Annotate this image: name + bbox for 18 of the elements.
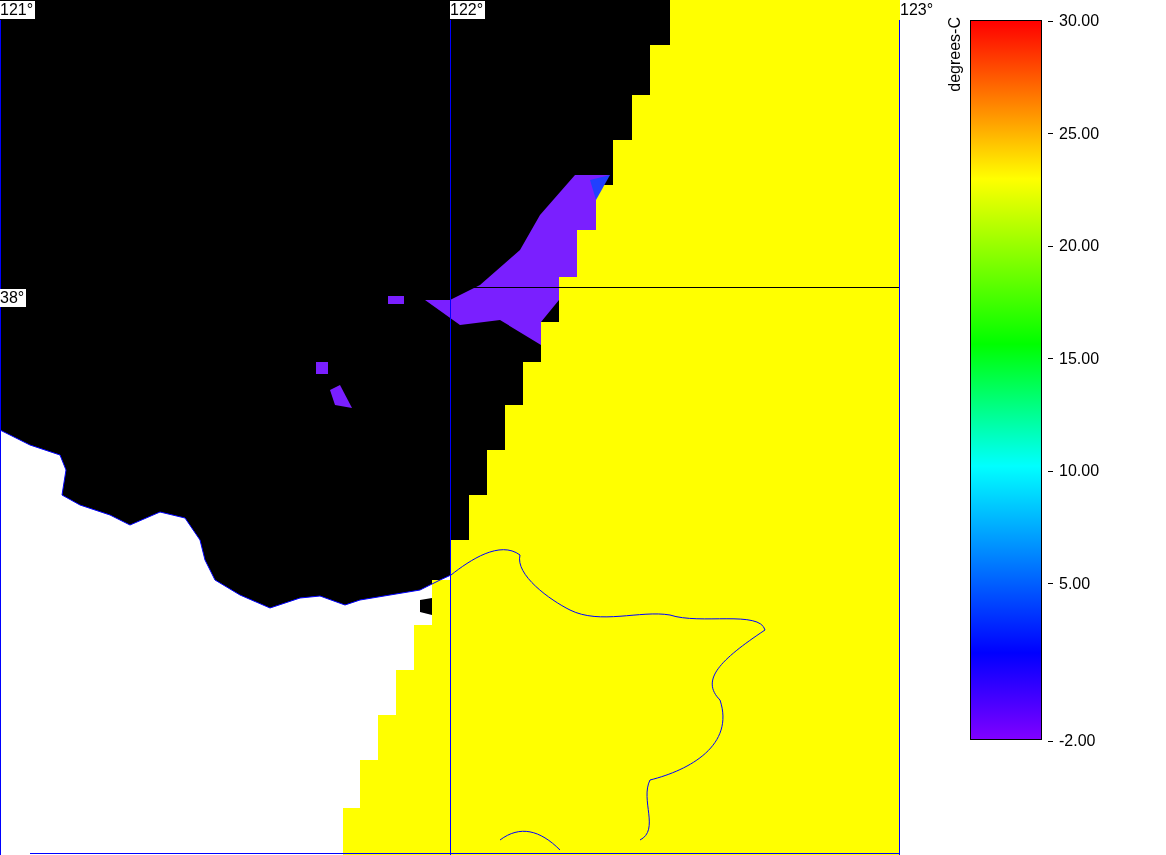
- tick-label: 25.00: [1059, 124, 1100, 143]
- tick-mark: [1048, 133, 1053, 134]
- longitude-label: 122°: [450, 1, 486, 19]
- tick-label: 30.00: [1059, 12, 1100, 30]
- tick-label: -2.00: [1059, 732, 1096, 750]
- longitude-label: 121°: [0, 1, 36, 19]
- tick-mark: [1048, 470, 1053, 472]
- legend-title: degrees-C: [946, 17, 964, 92]
- latitude-label: 38°: [0, 289, 27, 307]
- tick-mark: [1048, 583, 1053, 584]
- tick-label: 10.00: [1059, 462, 1100, 480]
- tick-mark: [1048, 245, 1053, 247]
- tick-mark: [1048, 358, 1053, 359]
- tick-label: 5.00: [1059, 574, 1091, 593]
- tick-label: 15.00: [1059, 349, 1100, 368]
- tick-label: 20.00: [1059, 237, 1100, 255]
- tick-mark: [1048, 740, 1053, 742]
- tick-mark: [1048, 20, 1053, 22]
